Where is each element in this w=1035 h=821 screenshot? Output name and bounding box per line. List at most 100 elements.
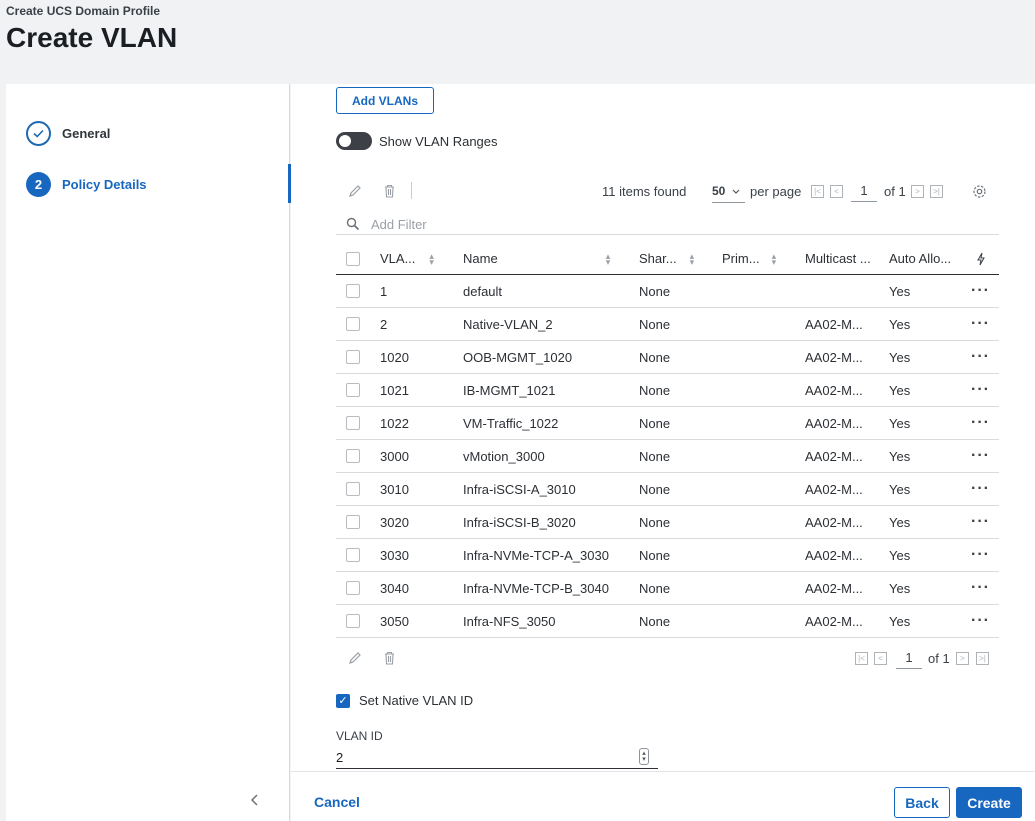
row-checkbox[interactable] <box>346 548 360 562</box>
table-row[interactable]: 3020 Infra-iSCSI-B_3020 None AA02-M... Yes ··… <box>336 506 999 539</box>
cell-multicast: AA02-M... <box>805 415 863 431</box>
cancel-button[interactable]: Cancel <box>314 794 360 810</box>
more-actions-icon[interactable]: ··· <box>971 374 990 406</box>
next-page-icon[interactable]: > <box>911 185 924 198</box>
first-page-icon[interactable]: |< <box>811 185 824 198</box>
cell-auto-allow: Yes <box>889 613 911 629</box>
edit-icon[interactable] <box>346 182 364 200</box>
table-row[interactable]: 2 Native-VLAN_2 None AA02-M... Yes ··· <box>336 308 999 341</box>
add-vlans-button[interactable]: Add VLANs <box>336 87 434 114</box>
set-native-vlan-checkbox[interactable]: ✓ <box>336 693 350 708</box>
table-header: VLA... ▴ ▾ Name ▴ ▾ Shar... ▴ ▾ Prim... ▴ ▾ … <box>336 243 999 275</box>
more-actions-icon[interactable]: ··· <box>971 440 990 472</box>
column-header-name[interactable]: Name ▴ ▾ <box>463 243 610 274</box>
sort-icon[interactable]: ▴ ▾ <box>606 251 611 266</box>
step-policy-details[interactable]: 2 Policy Details <box>26 172 147 197</box>
more-actions-icon[interactable]: ··· <box>971 308 990 340</box>
vlan-id-label: VLAN ID <box>336 729 383 743</box>
row-checkbox[interactable] <box>346 482 360 496</box>
row-checkbox[interactable] <box>346 317 360 331</box>
checkmark-icon <box>26 121 51 146</box>
step-general[interactable]: General <box>26 121 110 146</box>
page-number-input[interactable]: 1 <box>896 647 922 669</box>
table-row[interactable]: 1 default None Yes ··· <box>336 275 999 308</box>
gear-icon[interactable] <box>970 182 988 200</box>
table-row[interactable]: 3040 Infra-NVMe-TCP-B_3040 None AA02-M... Ye… <box>336 572 999 605</box>
edit-icon[interactable] <box>346 649 364 667</box>
more-actions-icon[interactable]: ··· <box>971 605 990 637</box>
row-checkbox[interactable] <box>346 449 360 463</box>
table-row[interactable]: 3010 Infra-iSCSI-A_3010 None AA02-M... Yes ··… <box>336 473 999 506</box>
cell-name: Infra-NFS_3050 <box>463 613 556 629</box>
sort-icon[interactable]: ▴ ▾ <box>690 251 695 266</box>
column-header-multicast[interactable]: Multicast ... <box>805 243 871 274</box>
row-checkbox[interactable] <box>346 284 360 298</box>
lightning-icon[interactable] <box>976 243 986 274</box>
show-vlan-ranges-label: Show VLAN Ranges <box>379 133 498 149</box>
show-vlan-ranges-toggle[interactable] <box>336 132 372 150</box>
toolbar-divider <box>411 182 412 199</box>
more-actions-icon[interactable]: ··· <box>971 539 990 571</box>
more-actions-icon[interactable]: ··· <box>971 275 990 307</box>
column-header-auto-allow[interactable]: Auto Allo... <box>889 243 951 274</box>
row-checkbox[interactable] <box>346 581 360 595</box>
create-button[interactable]: Create <box>956 787 1022 818</box>
more-actions-icon[interactable]: ··· <box>971 473 990 505</box>
more-actions-icon[interactable]: ··· <box>971 572 990 604</box>
filter-input[interactable] <box>371 216 671 232</box>
step-label: General <box>62 126 111 141</box>
cell-vlan: 2 <box>380 316 388 332</box>
table-row[interactable]: 1020 OOB-MGMT_1020 None AA02-M... Yes ··· <box>336 341 999 374</box>
column-label: Prim... <box>722 251 760 266</box>
select-all-checkbox[interactable] <box>346 251 360 266</box>
table-row[interactable]: 3000 vMotion_3000 None AA02-M... Yes ··· <box>336 440 999 473</box>
cell-multicast: AA02-M... <box>805 481 863 497</box>
vlan-id-stepper[interactable]: ▴ ▾ <box>639 748 649 765</box>
table-row[interactable]: 3050 Infra-NFS_3050 None AA02-M... Yes ··· <box>336 605 999 638</box>
filter-bar <box>336 214 999 235</box>
cell-sharing: None <box>639 349 671 365</box>
cell-name: OOB-MGMT_1020 <box>463 349 573 365</box>
cell-sharing: None <box>639 415 671 431</box>
column-header-primary[interactable]: Prim... ▴ ▾ <box>722 243 776 274</box>
cell-auto-allow: Yes <box>889 448 911 464</box>
last-page-icon[interactable]: >| <box>976 652 989 665</box>
row-checkbox[interactable] <box>346 350 360 364</box>
cell-auto-allow: Yes <box>889 547 911 563</box>
sort-icon[interactable]: ▴ ▾ <box>772 251 777 266</box>
more-actions-icon[interactable]: ··· <box>971 506 990 538</box>
last-page-icon[interactable]: >| <box>930 185 943 198</box>
next-page-icon[interactable]: > <box>956 652 969 665</box>
trash-icon[interactable] <box>380 182 398 200</box>
column-header-vlan[interactable]: VLA... ▴ ▾ <box>380 243 434 274</box>
cell-name: Infra-iSCSI-A_3010 <box>463 481 576 497</box>
cell-name: Infra-NVMe-TCP-A_3030 <box>463 547 609 563</box>
prev-page-icon[interactable]: < <box>830 185 843 198</box>
trash-icon[interactable] <box>380 649 398 667</box>
table-row[interactable]: 1022 VM-Traffic_1022 None AA02-M... Yes ··· <box>336 407 999 440</box>
table-row[interactable]: 1021 IB-MGMT_1021 None AA02-M... Yes ··· <box>336 374 999 407</box>
table-footer: |< < 1 of 1 > >| <box>336 647 999 671</box>
per-page-select[interactable]: 50 <box>712 181 745 203</box>
cell-sharing: None <box>639 316 671 332</box>
show-vlan-ranges: Show VLAN Ranges <box>336 132 498 150</box>
chevron-left-icon[interactable] <box>248 791 262 811</box>
cell-auto-allow: Yes <box>889 514 911 530</box>
sort-icon[interactable]: ▴ ▾ <box>429 251 434 266</box>
table-toolbar: 11 items found 50 per page |< < 1 of 1 >… <box>336 180 999 204</box>
row-checkbox[interactable] <box>346 515 360 529</box>
policy-details-panel: Add VLANs Show VLAN Ranges 11 items foun… <box>291 84 1035 771</box>
vlan-id-field[interactable]: 2 ▴ ▾ <box>336 746 658 769</box>
cell-multicast: AA02-M... <box>805 580 863 596</box>
prev-page-icon[interactable]: < <box>874 652 887 665</box>
more-actions-icon[interactable]: ··· <box>971 341 990 373</box>
back-button[interactable]: Back <box>894 787 950 818</box>
row-checkbox[interactable] <box>346 383 360 397</box>
column-header-sharing[interactable]: Shar... ▴ ▾ <box>639 243 694 274</box>
table-row[interactable]: 3030 Infra-NVMe-TCP-A_3030 None AA02-M... Ye… <box>336 539 999 572</box>
row-checkbox[interactable] <box>346 614 360 628</box>
row-checkbox[interactable] <box>346 416 360 430</box>
first-page-icon[interactable]: |< <box>855 652 868 665</box>
page-number-input[interactable]: 1 <box>851 180 877 202</box>
more-actions-icon[interactable]: ··· <box>971 407 990 439</box>
